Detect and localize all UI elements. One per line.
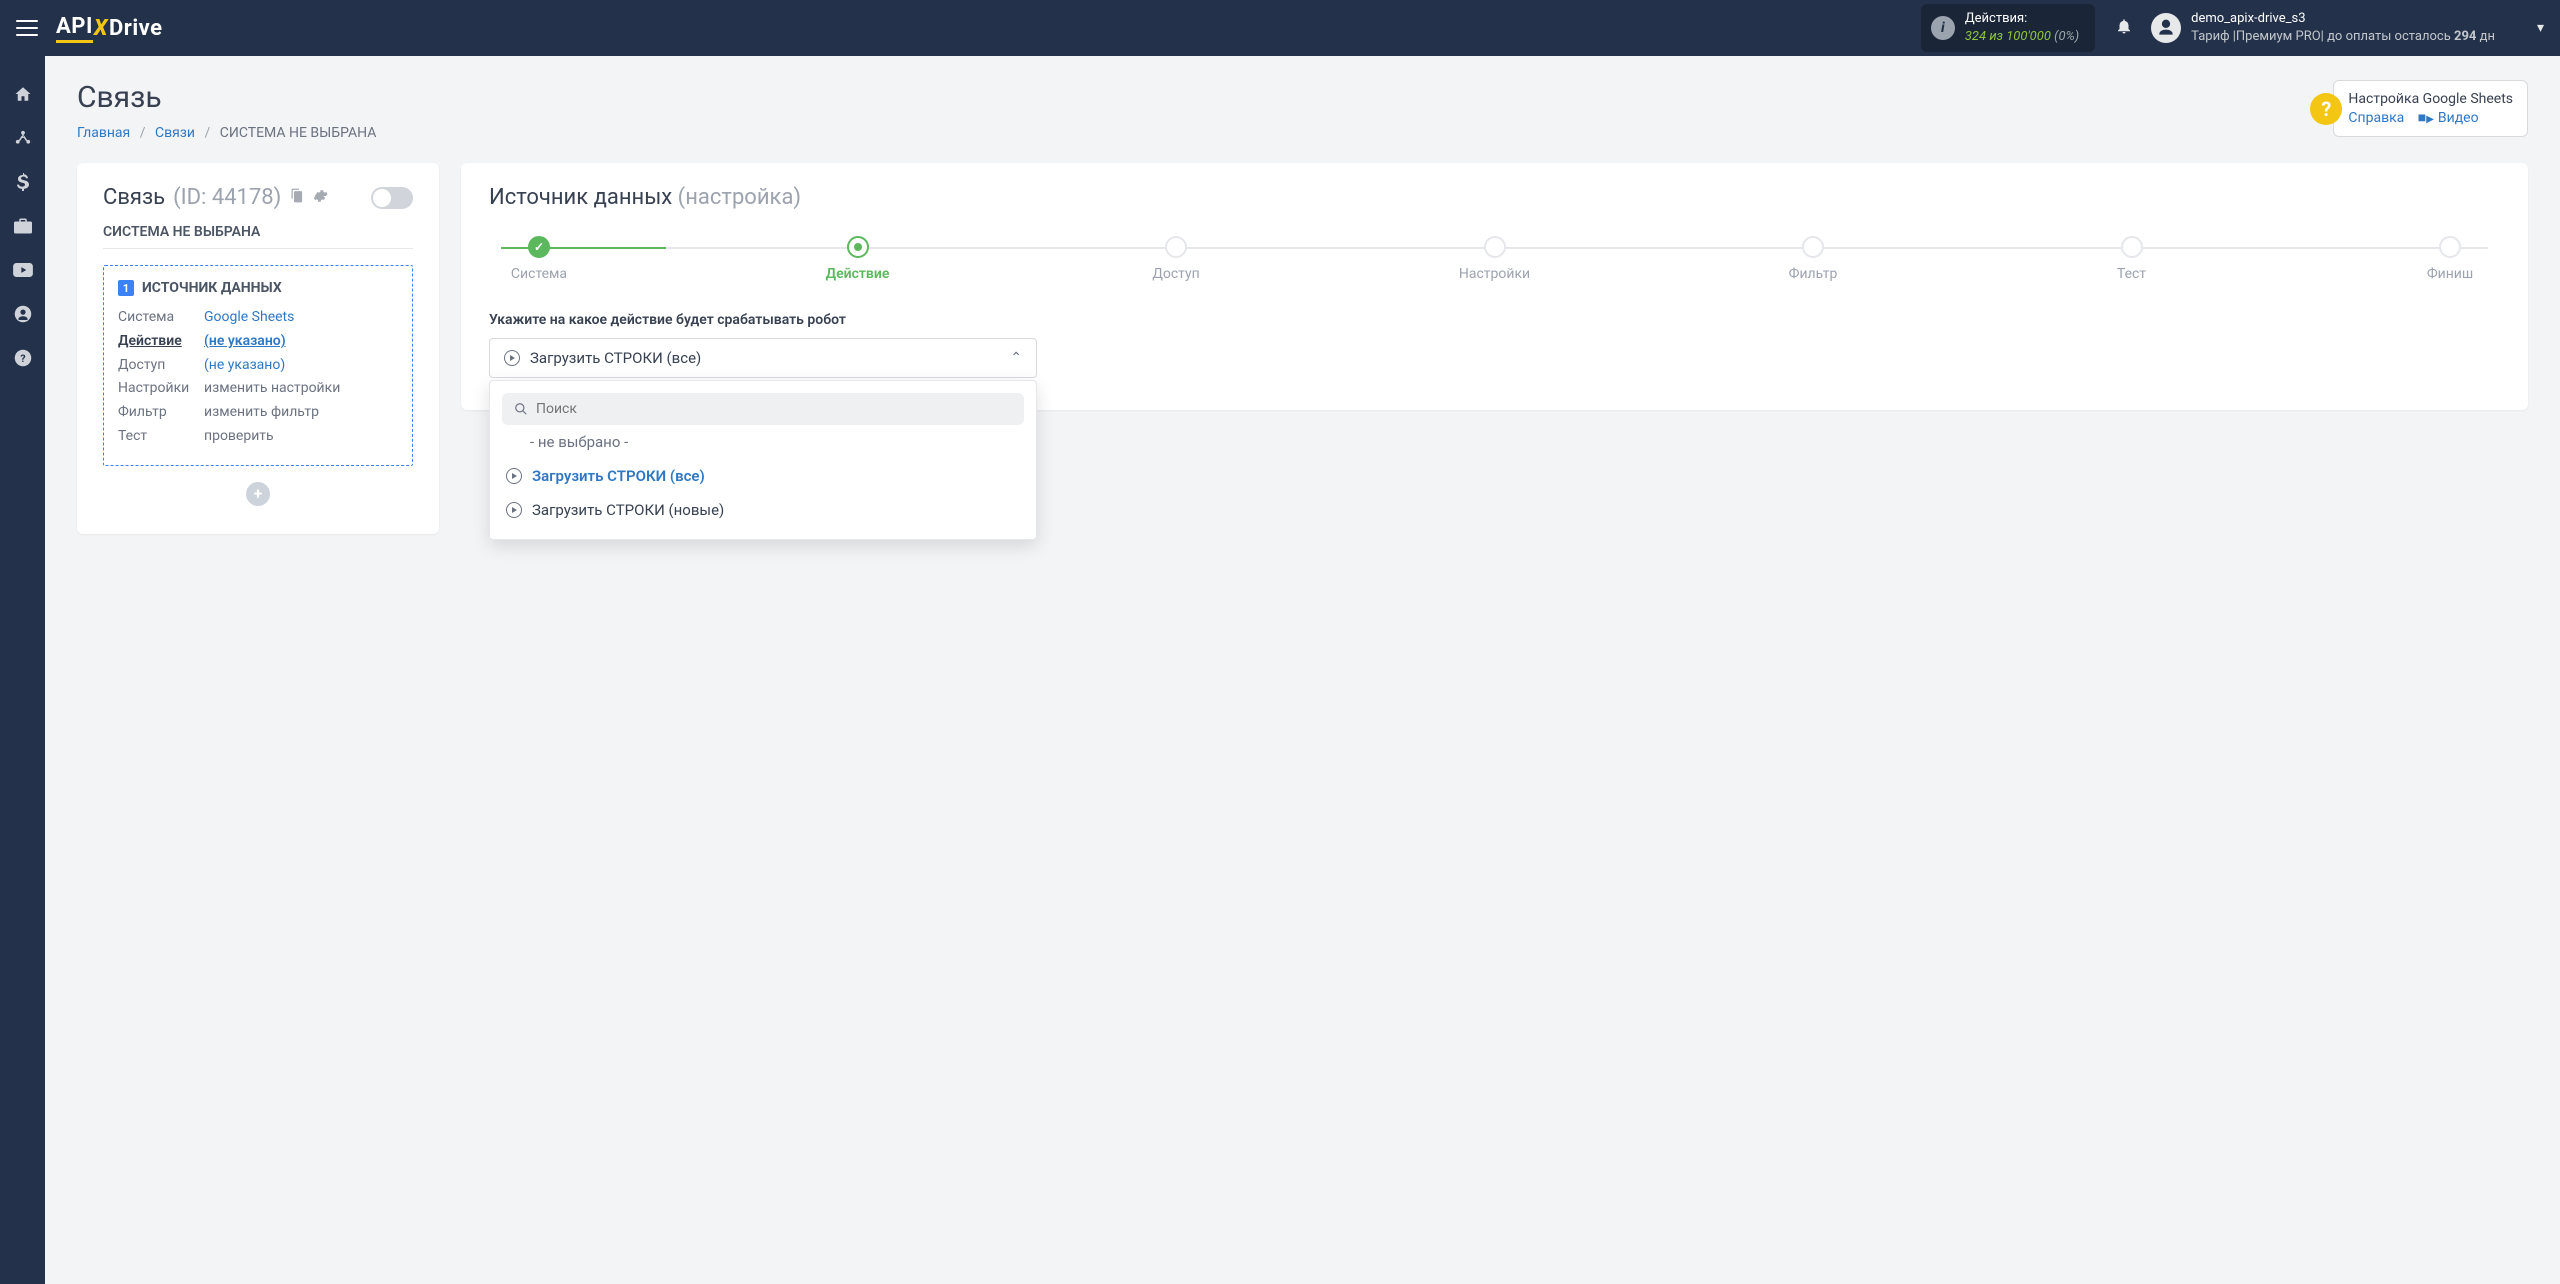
- nav-video-icon[interactable]: [13, 260, 33, 280]
- row-filter-val[interactable]: изменить фильтр: [204, 401, 319, 425]
- row-settings-key: Настройки: [118, 377, 204, 401]
- step-finish[interactable]: Финиш: [2400, 236, 2500, 282]
- option-load-new[interactable]: Загрузить СТРОКИ (новые): [502, 493, 1024, 527]
- actions-used: 324: [1965, 29, 1986, 44]
- step-settings[interactable]: Настройки: [1445, 236, 1545, 282]
- source-box: 1 ИСТОЧНИК ДАННЫХ СистемаGoogle Sheets Д…: [103, 265, 413, 466]
- nav-billing-icon[interactable]: [13, 172, 33, 192]
- logo[interactable]: APIXDrive: [56, 14, 163, 43]
- nav-home-icon[interactable]: [13, 84, 33, 104]
- actions-total: 100'000: [2006, 29, 2051, 44]
- tariff-line: Тариф |Премиум PRO| до оплаты осталось 2…: [2191, 28, 2495, 46]
- menu-toggle[interactable]: [16, 20, 38, 36]
- breadcrumb-home[interactable]: Главная: [77, 125, 130, 141]
- action-select: Загрузить СТРОКИ (все) ⌃ - не выбрано - …: [489, 338, 1037, 378]
- breadcrumb-current: СИСТЕМА НЕ ВЫБРАНА: [220, 125, 377, 141]
- help-box: ? Настройка Google Sheets Справка ■▶Виде…: [2333, 80, 2528, 137]
- row-test-key: Тест: [118, 425, 204, 449]
- step-access[interactable]: Доступ: [1126, 236, 1226, 282]
- username: demo_apix-drive_s3: [2191, 10, 2495, 28]
- play-icon: [504, 350, 520, 366]
- connection-subtitle: СИСТЕМА НЕ ВЫБРАНА: [103, 224, 413, 249]
- configuration-card: Источник данных (настройка) Система Дейс…: [461, 163, 2528, 410]
- nav-briefcase-icon[interactable]: [13, 216, 33, 236]
- actions-pct: (0%): [2054, 29, 2079, 44]
- avatar: [2151, 13, 2181, 43]
- page-title: Связь: [77, 80, 376, 115]
- actions-label: Действия:: [1965, 10, 2079, 28]
- nav-profile-icon[interactable]: [13, 304, 33, 324]
- play-icon: [506, 502, 522, 518]
- topbar-left: APIXDrive: [16, 14, 163, 43]
- step-action[interactable]: Действие: [808, 236, 908, 282]
- gear-icon[interactable]: [312, 188, 328, 208]
- row-access-val[interactable]: (не указано): [204, 354, 285, 378]
- action-select-input[interactable]: Загрузить СТРОКИ (все) ⌃: [489, 338, 1037, 378]
- source-box-header: 1 ИСТОЧНИК ДАННЫХ: [118, 280, 398, 296]
- row-access-key: Доступ: [118, 354, 204, 378]
- row-test-val[interactable]: проверить: [204, 425, 274, 449]
- step-test[interactable]: Тест: [2082, 236, 2182, 282]
- connection-title: Связь: [103, 185, 165, 210]
- nav-connections-icon[interactable]: [13, 128, 33, 148]
- row-system-val[interactable]: Google Sheets: [204, 306, 294, 330]
- copy-icon[interactable]: [289, 188, 304, 207]
- user-text: demo_apix-drive_s3 Тариф |Премиум PRO| д…: [2191, 10, 2495, 45]
- actions-text: Действия: 324 из 100'000 (0%): [1965, 10, 2079, 45]
- row-settings-val[interactable]: изменить настройки: [204, 377, 340, 401]
- help-title: Настройка Google Sheets: [2348, 91, 2513, 107]
- topbar: APIXDrive i Действия: 324 из 100'000 (0%…: [0, 0, 2560, 56]
- dropdown-search[interactable]: [502, 393, 1024, 425]
- breadcrumb: Главная / Связи / СИСТЕМА НЕ ВЫБРАНА: [77, 125, 376, 141]
- chevron-up-icon: ⌃: [1010, 350, 1022, 366]
- video-icon: ■▶: [2418, 110, 2434, 126]
- action-field-label: Укажите на какое действие будет срабатыв…: [489, 312, 2500, 328]
- info-icon: i: [1931, 16, 1955, 40]
- actions-of: из: [1989, 29, 2003, 44]
- action-dropdown: - не выбрано - Загрузить СТРОКИ (все) За…: [489, 380, 1037, 540]
- topbar-right: demo_apix-drive_s3 Тариф |Премиум PRO| д…: [2115, 10, 2544, 45]
- actions-counter[interactable]: i Действия: 324 из 100'000 (0%): [1921, 4, 2095, 51]
- row-action-val[interactable]: (не указано): [204, 330, 286, 354]
- user-block[interactable]: demo_apix-drive_s3 Тариф |Премиум PRO| д…: [2151, 10, 2495, 45]
- nav-help-icon[interactable]: ?: [13, 348, 33, 368]
- source-box-title: ИСТОЧНИК ДАННЫХ: [142, 280, 282, 296]
- stepper: Система Действие Доступ Настройки Фильтр…: [489, 236, 2500, 282]
- connection-toggle[interactable]: [371, 187, 413, 209]
- help-question-icon: ?: [2310, 93, 2342, 125]
- play-icon: [506, 468, 522, 484]
- breadcrumb-connections[interactable]: Связи: [155, 125, 195, 141]
- step-system[interactable]: Система: [489, 236, 589, 282]
- source-number-badge: 1: [118, 280, 134, 296]
- page-head: Связь Главная / Связи / СИСТЕМА НЕ ВЫБРА…: [77, 80, 2528, 141]
- chevron-down-icon[interactable]: ▾: [2513, 20, 2544, 36]
- search-icon: [514, 402, 528, 416]
- connection-id: (ID: 44178): [173, 185, 281, 210]
- dropdown-search-input[interactable]: [536, 401, 1012, 417]
- row-system-key: Система: [118, 306, 204, 330]
- help-link-video[interactable]: Видео: [2438, 110, 2479, 126]
- left-nav: ?: [0, 56, 45, 1284]
- row-action-key: Действие: [118, 330, 204, 354]
- config-title: Источник данных (настройка): [489, 185, 2500, 210]
- option-load-all[interactable]: Загрузить СТРОКИ (все): [502, 459, 1024, 493]
- step-filter[interactable]: Фильтр: [1763, 236, 1863, 282]
- svg-text:?: ?: [20, 352, 25, 365]
- add-destination-button[interactable]: +: [246, 482, 270, 506]
- row-filter-key: Фильтр: [118, 401, 204, 425]
- connection-summary-card: Связь (ID: 44178) СИСТЕМА НЕ ВЫБРАНА 1 И…: [77, 163, 439, 534]
- help-link-doc[interactable]: Справка: [2348, 110, 2404, 126]
- option-none[interactable]: - не выбрано -: [502, 425, 1024, 459]
- page: Связь Главная / Связи / СИСТЕМА НЕ ВЫБРА…: [45, 56, 2560, 1284]
- action-selected-label: Загрузить СТРОКИ (все): [530, 349, 701, 367]
- notifications-icon[interactable]: [2115, 17, 2133, 40]
